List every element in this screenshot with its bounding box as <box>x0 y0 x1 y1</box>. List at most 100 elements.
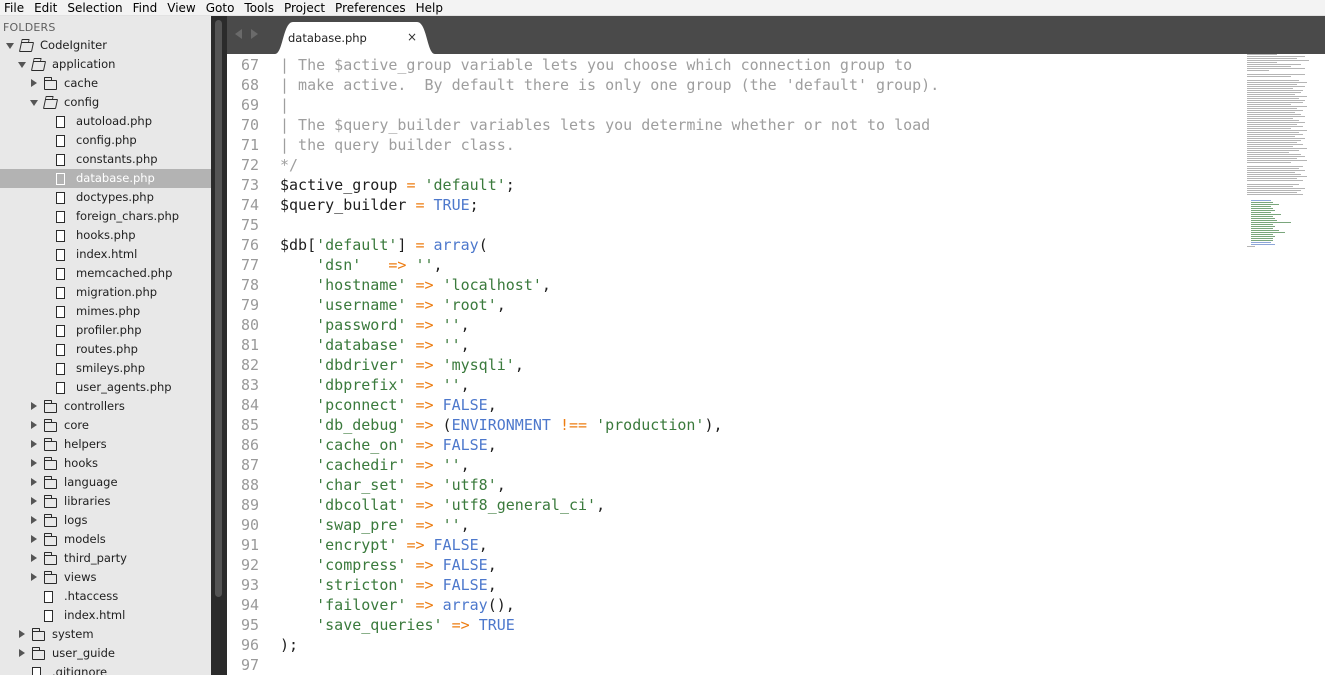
file-item-migration-php[interactable]: migration.php <box>0 283 211 302</box>
file-item-index-html[interactable]: index.html <box>0 606 211 625</box>
collapsed-arrow-icon[interactable] <box>31 535 37 543</box>
file-item-index-html[interactable]: index.html <box>0 245 211 264</box>
file-item-config-php[interactable]: config.php <box>0 131 211 150</box>
collapsed-arrow-icon[interactable] <box>31 402 37 410</box>
folder-item-user-guide[interactable]: user_guide <box>0 644 211 663</box>
code-line[interactable]: 78 'hostname' => 'localhost', <box>227 275 1245 295</box>
file-item-smileys-php[interactable]: smileys.php <box>0 359 211 378</box>
file-item-doctypes-php[interactable]: doctypes.php <box>0 188 211 207</box>
code-line[interactable]: 84 'pconnect' => FALSE, <box>227 395 1245 415</box>
collapsed-arrow-icon[interactable] <box>31 440 37 448</box>
code-line[interactable]: 87 'cachedir' => '', <box>227 455 1245 475</box>
sidebar-scrollbar[interactable] <box>211 16 227 675</box>
folder-item-hooks[interactable]: hooks <box>0 454 211 473</box>
code-line[interactable]: 97 <box>227 655 1245 675</box>
code-line[interactable]: 74 $query_builder = TRUE; <box>227 195 1245 215</box>
code-line[interactable]: 75 <box>227 215 1245 235</box>
tab-database-php[interactable]: database.php × <box>275 22 435 54</box>
expanded-arrow-icon[interactable] <box>6 43 14 49</box>
file-item-hooks-php[interactable]: hooks.php <box>0 226 211 245</box>
collapsed-arrow-icon[interactable] <box>31 516 37 524</box>
folder-item-third-party[interactable]: third_party <box>0 549 211 568</box>
code-line[interactable]: 67 | The $active_group variable lets you … <box>227 55 1245 75</box>
file-item-profiler-php[interactable]: profiler.php <box>0 321 211 340</box>
file-item-foreign-chars-php[interactable]: foreign_chars.php <box>0 207 211 226</box>
file-item-user-agents-php[interactable]: user_agents.php <box>0 378 211 397</box>
file-item-memcached-php[interactable]: memcached.php <box>0 264 211 283</box>
code-line[interactable]: 76 $db['default'] = array( <box>227 235 1245 255</box>
collapsed-arrow-icon[interactable] <box>31 421 37 429</box>
tree-item-label: config <box>64 95 100 109</box>
code-line[interactable]: 96); <box>227 635 1245 655</box>
menu-selection[interactable]: Selection <box>63 0 128 16</box>
folder-item-logs[interactable]: logs <box>0 511 211 530</box>
folder-item-views[interactable]: views <box>0 568 211 587</box>
menu-tools[interactable]: Tools <box>240 0 280 16</box>
file-item-mimes-php[interactable]: mimes.php <box>0 302 211 321</box>
code-line[interactable]: 77 'dsn' => '', <box>227 255 1245 275</box>
sidebar-scrollbar-thumb[interactable] <box>215 20 222 597</box>
menu-find[interactable]: Find <box>129 0 164 16</box>
menu-help[interactable]: Help <box>412 0 449 16</box>
code-editor[interactable]: 67 | The $active_group variable lets you … <box>227 54 1245 675</box>
menu-goto[interactable]: Goto <box>202 0 241 16</box>
collapsed-arrow-icon[interactable] <box>31 554 37 562</box>
code-line[interactable]: 91 'encrypt' => FALSE, <box>227 535 1245 555</box>
collapsed-arrow-icon[interactable] <box>31 573 37 581</box>
collapsed-arrow-icon[interactable] <box>19 649 25 657</box>
expanded-arrow-icon[interactable] <box>30 100 38 106</box>
code-line[interactable]: 93 'stricton' => FALSE, <box>227 575 1245 595</box>
collapsed-arrow-icon[interactable] <box>31 79 37 87</box>
code-line[interactable]: 79 'username' => 'root', <box>227 295 1245 315</box>
code-line[interactable]: 95 'save_queries' => TRUE <box>227 615 1245 635</box>
folder-item-cache[interactable]: cache <box>0 74 211 93</box>
code-line[interactable]: 80 'password' => '', <box>227 315 1245 335</box>
file-item-database-php[interactable]: database.php <box>0 169 211 188</box>
expanded-arrow-icon[interactable] <box>18 62 26 68</box>
code-line[interactable]: 73 $active_group = 'default'; <box>227 175 1245 195</box>
minimap[interactable] <box>1245 54 1325 675</box>
code-line[interactable]: 92 'compress' => FALSE, <box>227 555 1245 575</box>
menu-view[interactable]: View <box>163 0 201 16</box>
folder-item-codeigniter[interactable]: CodeIgniter <box>0 36 211 55</box>
folder-item-libraries[interactable]: libraries <box>0 492 211 511</box>
menu-edit[interactable]: Edit <box>30 0 63 16</box>
code-line[interactable]: 94 'failover' => array(), <box>227 595 1245 615</box>
collapsed-arrow-icon[interactable] <box>31 497 37 505</box>
code-line[interactable]: 85 'db_debug' => (ENVIRONMENT !== 'produ… <box>227 415 1245 435</box>
tab-close-icon[interactable]: × <box>407 30 417 44</box>
code-line[interactable]: 90 'swap_pre' => '', <box>227 515 1245 535</box>
menu-project[interactable]: Project <box>280 0 331 16</box>
tab-scroll-left-icon[interactable] <box>235 29 242 39</box>
code-line[interactable]: 70 | The $query_builder variables lets yo… <box>227 115 1245 135</box>
code-line[interactable]: 82 'dbdriver' => 'mysqli', <box>227 355 1245 375</box>
file-item-constants-php[interactable]: constants.php <box>0 150 211 169</box>
file-item-routes-php[interactable]: routes.php <box>0 340 211 359</box>
folder-item-language[interactable]: language <box>0 473 211 492</box>
folder-item-core[interactable]: core <box>0 416 211 435</box>
code-line[interactable]: 71 | the query builder class. <box>227 135 1245 155</box>
file-item-autoload-php[interactable]: autoload.php <box>0 112 211 131</box>
folder-item-system[interactable]: system <box>0 625 211 644</box>
code-line[interactable]: 68 | make active. By default there is onl… <box>227 75 1245 95</box>
folder-item-controllers[interactable]: controllers <box>0 397 211 416</box>
code-line[interactable]: 89 'dbcollat' => 'utf8_general_ci', <box>227 495 1245 515</box>
collapsed-arrow-icon[interactable] <box>31 478 37 486</box>
code-line[interactable]: 81 'database' => '', <box>227 335 1245 355</box>
tab-scroll-right-icon[interactable] <box>251 29 258 39</box>
code-line[interactable]: 88 'char_set' => 'utf8', <box>227 475 1245 495</box>
folder-item-application[interactable]: application <box>0 55 211 74</box>
collapsed-arrow-icon[interactable] <box>19 630 25 638</box>
menu-file[interactable]: File <box>0 0 30 16</box>
code-line[interactable]: 83 'dbprefix' => '', <box>227 375 1245 395</box>
file-item-gitignore[interactable]: .gitignore <box>0 663 211 675</box>
folder-item-helpers[interactable]: helpers <box>0 435 211 454</box>
folder-item-config[interactable]: config <box>0 93 211 112</box>
code-line[interactable]: 86 'cache_on' => FALSE, <box>227 435 1245 455</box>
folder-item-models[interactable]: models <box>0 530 211 549</box>
collapsed-arrow-icon[interactable] <box>31 459 37 467</box>
code-line[interactable]: 72 */ <box>227 155 1245 175</box>
file-item-htaccess[interactable]: .htaccess <box>0 587 211 606</box>
code-line[interactable]: 69 | <box>227 95 1245 115</box>
menu-preferences[interactable]: Preferences <box>331 0 412 16</box>
